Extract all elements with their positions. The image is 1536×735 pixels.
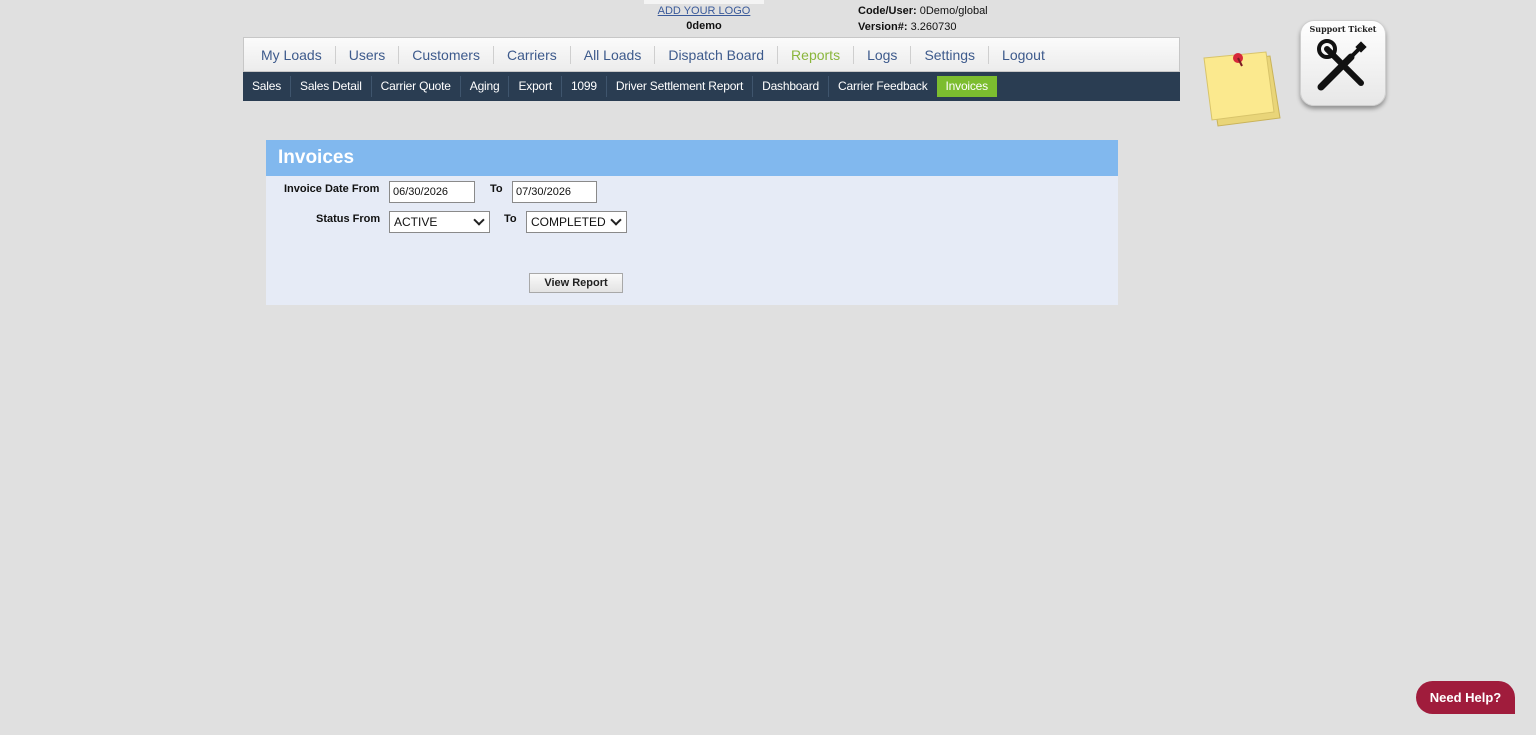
account-meta: Code/User: 0Demo/global Version#: 3.2607… bbox=[858, 3, 988, 35]
date-from-input[interactable] bbox=[389, 181, 475, 203]
chevron-down-icon bbox=[610, 214, 622, 226]
nav-users[interactable]: Users bbox=[336, 45, 400, 64]
invoices-panel: Invoices Invoice Date From To Status Fro… bbox=[266, 140, 1118, 305]
nav-carriers[interactable]: Carriers bbox=[494, 45, 571, 64]
sticky-notes-icon[interactable] bbox=[1200, 48, 1282, 130]
version-value: 3.260730 bbox=[910, 21, 957, 33]
subnav-sales-detail[interactable]: Sales Detail bbox=[291, 76, 372, 97]
main-nav: My Loads Users Customers Carriers All Lo… bbox=[243, 37, 1180, 72]
status-to-value: COMPLETED bbox=[531, 215, 606, 229]
subnav-invoices[interactable]: Invoices bbox=[936, 76, 997, 97]
status-from-label: Status From bbox=[316, 213, 381, 225]
nav-logout[interactable]: Logout bbox=[989, 46, 1058, 64]
subnav-driver-settlement[interactable]: Driver Settlement Report bbox=[607, 76, 754, 97]
status-from-select[interactable]: ACTIVE bbox=[389, 211, 490, 233]
nav-all-loads[interactable]: All Loads bbox=[571, 45, 656, 64]
logo-area: ADD YOUR LOGO 0demo bbox=[644, 0, 764, 32]
subnav-dashboard[interactable]: Dashboard bbox=[753, 76, 830, 97]
nav-customers[interactable]: Customers bbox=[399, 45, 494, 64]
support-ticket-label: Support Ticket bbox=[1309, 24, 1377, 34]
nav-settings[interactable]: Settings bbox=[911, 45, 990, 64]
subnav-carrier-feedback[interactable]: Carrier Feedback bbox=[829, 76, 937, 97]
date-to-input[interactable] bbox=[512, 181, 597, 203]
support-ticket-button[interactable]: Support Ticket bbox=[1300, 20, 1386, 106]
status-from-value: ACTIVE bbox=[394, 215, 438, 229]
version-label: Version#: bbox=[858, 21, 908, 33]
need-help-button[interactable]: Need Help? bbox=[1416, 681, 1515, 714]
code-user-label: Code/User: bbox=[858, 5, 917, 17]
nav-dispatch-board[interactable]: Dispatch Board bbox=[655, 45, 779, 64]
chevron-down-icon bbox=[473, 214, 485, 226]
reports-sub-nav: Sales Sales Detail Carrier Quote Aging E… bbox=[243, 72, 1180, 101]
subnav-carrier-quote[interactable]: Carrier Quote bbox=[372, 76, 461, 97]
panel-title: Invoices bbox=[266, 140, 1118, 176]
nav-my-loads[interactable]: My Loads bbox=[248, 45, 336, 64]
status-to-label: To bbox=[504, 213, 517, 225]
nav-reports[interactable]: Reports bbox=[778, 45, 855, 64]
logo-placeholder bbox=[644, 0, 764, 4]
date-to-label: To bbox=[490, 183, 503, 195]
view-report-button[interactable]: View Report bbox=[529, 273, 623, 293]
nav-logs[interactable]: Logs bbox=[854, 45, 912, 64]
subnav-1099[interactable]: 1099 bbox=[562, 76, 607, 97]
status-to-select[interactable]: COMPLETED bbox=[526, 211, 627, 233]
company-name: 0demo bbox=[686, 20, 722, 32]
subnav-export[interactable]: Export bbox=[509, 76, 562, 97]
subnav-sales[interactable]: Sales bbox=[243, 76, 292, 97]
subnav-aging[interactable]: Aging bbox=[461, 76, 510, 97]
add-logo-link[interactable]: ADD YOUR LOGO bbox=[644, 5, 764, 17]
date-from-label: Invoice Date From bbox=[284, 183, 380, 195]
tools-icon bbox=[1317, 39, 1367, 91]
code-user-value: 0Demo/global bbox=[919, 5, 988, 17]
